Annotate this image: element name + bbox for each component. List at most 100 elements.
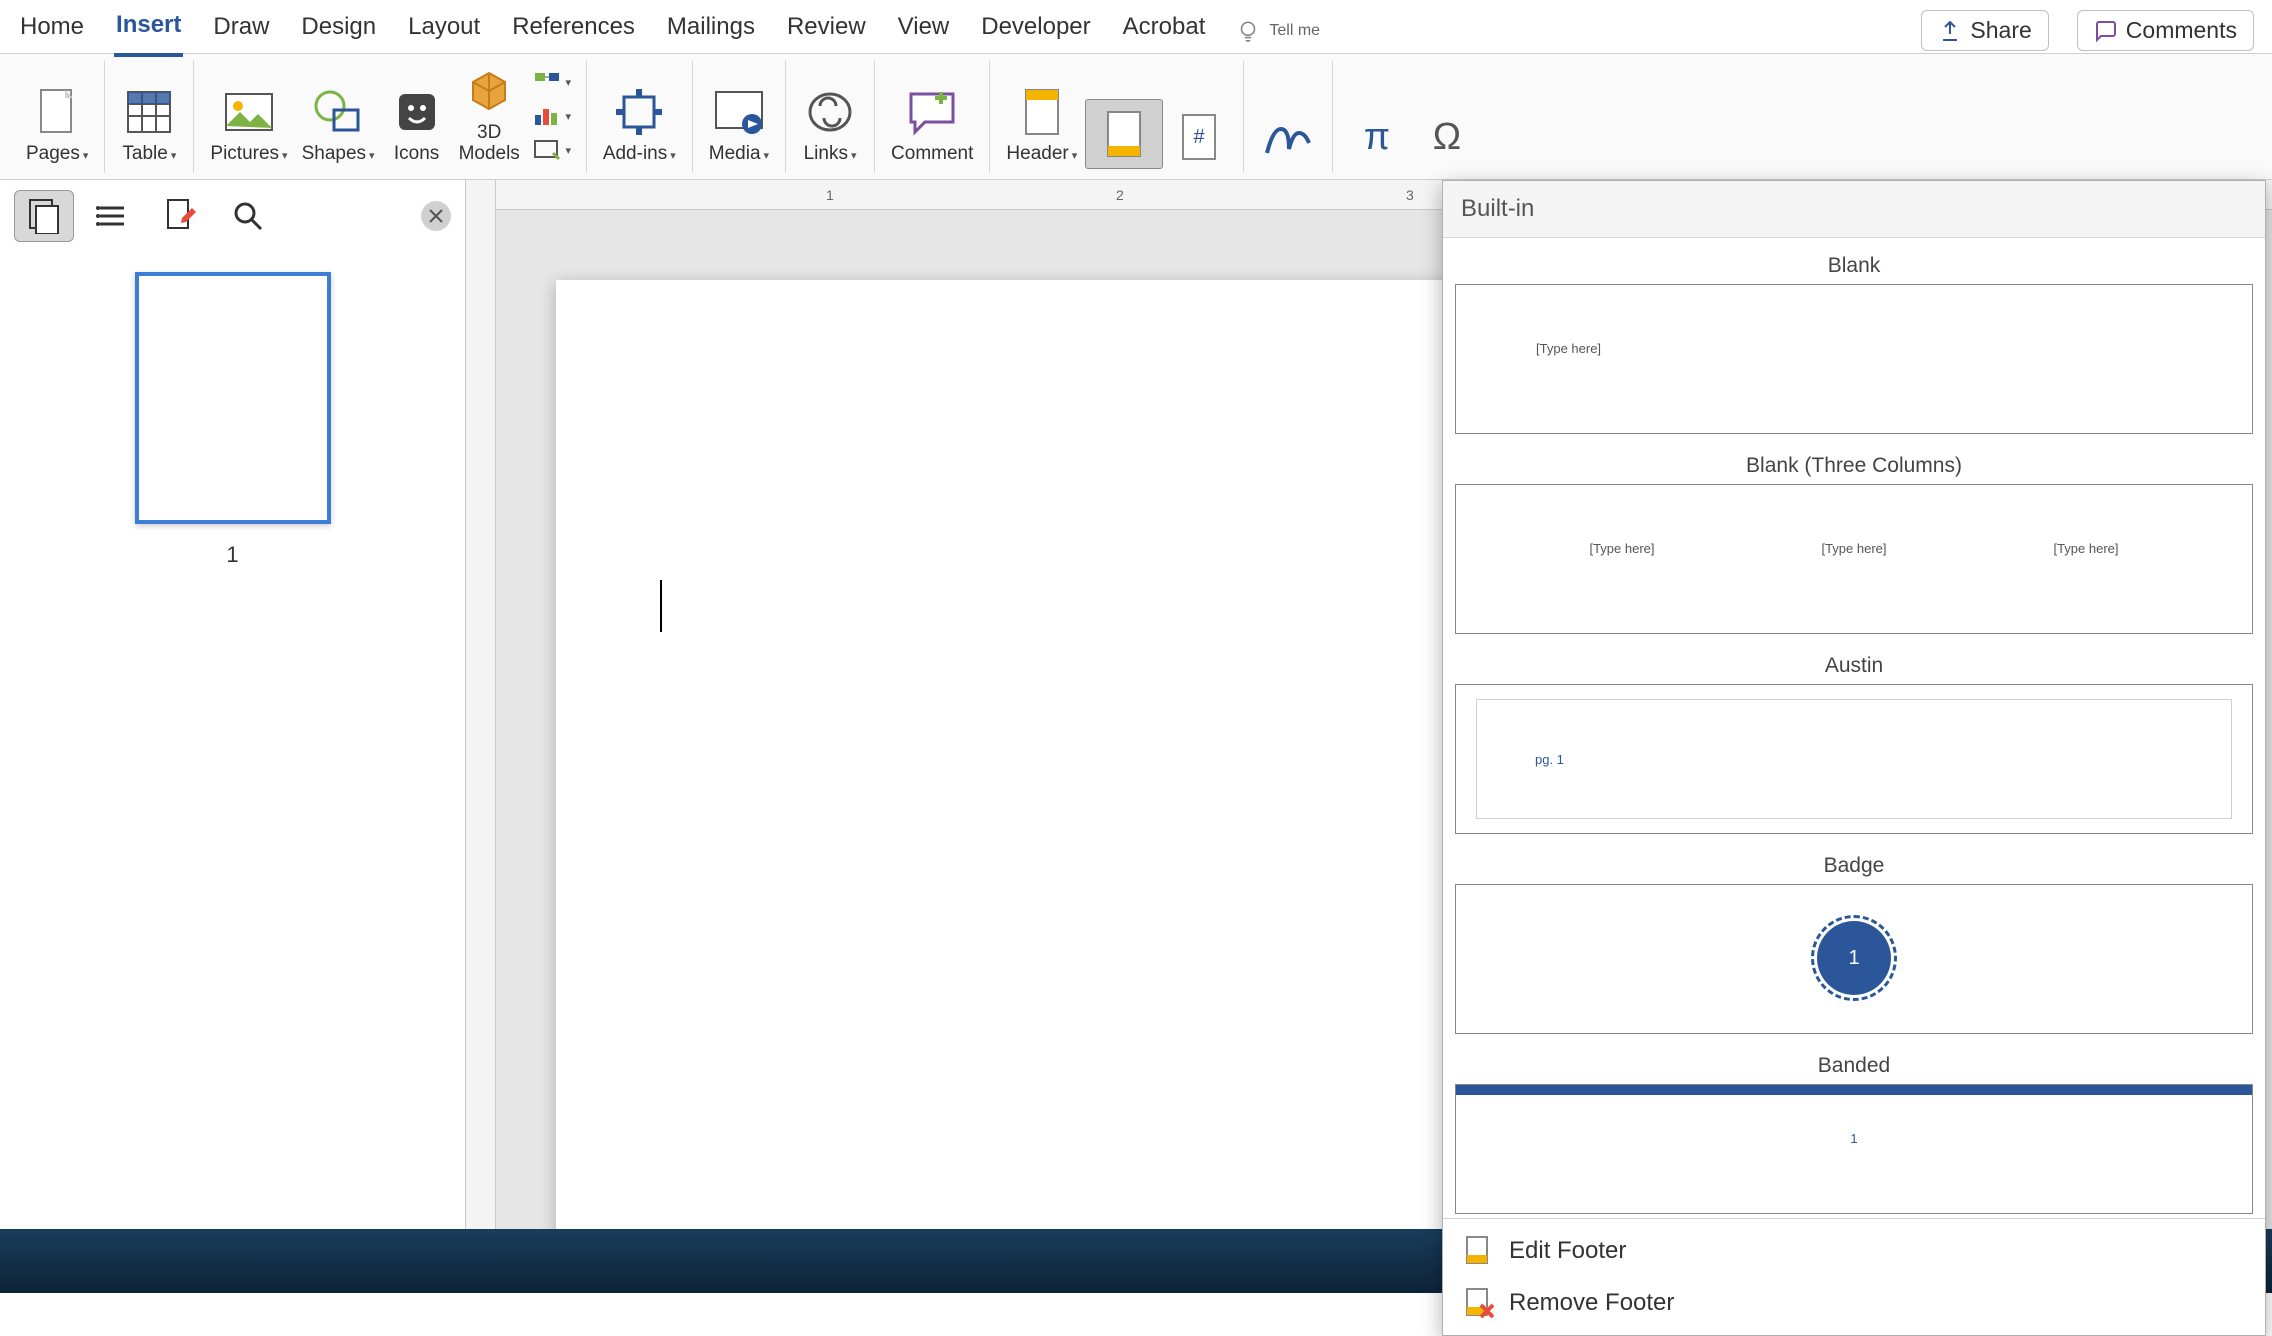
headings-tab[interactable] — [82, 190, 142, 242]
icons-label: Icons — [394, 144, 439, 165]
footer-style-name: Austin — [1451, 646, 2257, 684]
comment-insert-icon — [905, 88, 959, 136]
banded-number: 1 — [1456, 1131, 2252, 1146]
footer-style-name: Blank (Three Columns) — [1451, 446, 2257, 484]
tell-me-search[interactable]: Tell me — [1235, 18, 1320, 44]
navigation-pane: 1 — [0, 180, 466, 1232]
thumbnail-page-number: 1 — [20, 542, 445, 568]
footer-style-three-columns[interactable]: [Type here] [Type here] [Type here] — [1455, 484, 2253, 634]
tab-layout[interactable]: Layout — [406, 7, 482, 55]
footer-style-banded[interactable]: 1 — [1455, 1084, 2253, 1214]
pages-button[interactable]: Pages▾ — [20, 80, 94, 169]
page-thumbnail[interactable] — [135, 272, 331, 524]
text-cursor — [660, 580, 662, 632]
tell-me-label: Tell me — [1269, 22, 1320, 40]
placeholder-text: [Type here] — [1536, 341, 1601, 356]
workspace: 1 1 2 3 Built-in Blank [Type here] Blank… — [0, 180, 2272, 1232]
share-icon — [1938, 19, 1962, 43]
table-label: Table — [122, 143, 167, 164]
tab-design[interactable]: Design — [299, 7, 378, 55]
close-pane-button[interactable] — [421, 201, 451, 231]
3d-models-button[interactable]: 3D Models — [453, 59, 526, 169]
share-label: Share — [1970, 17, 2031, 44]
remove-footer-icon — [1463, 1287, 1495, 1319]
pictures-label: Pictures — [210, 143, 279, 164]
media-label: Media — [709, 143, 761, 164]
addins-icon — [614, 87, 664, 137]
share-button[interactable]: Share — [1921, 10, 2048, 51]
shapes-button[interactable]: Shapes▾ — [296, 80, 381, 169]
header-label: Header — [1006, 143, 1068, 164]
edit-footer-label: Edit Footer — [1509, 1237, 1626, 1265]
tab-insert[interactable]: Insert — [114, 5, 183, 57]
footer-style-name: Banded — [1451, 1046, 2257, 1084]
thumbnails-tab[interactable] — [14, 190, 74, 242]
comment-button[interactable]: Comment — [885, 80, 979, 169]
shapes-icon — [312, 88, 364, 136]
remove-footer-action[interactable]: Remove Footer — [1443, 1277, 2265, 1329]
tab-home[interactable]: Home — [18, 7, 86, 55]
media-icon — [712, 88, 766, 136]
links-label: Links — [804, 143, 848, 164]
media-button[interactable]: Media▾ — [703, 80, 775, 169]
svg-text:#: # — [1194, 126, 1206, 148]
edit-footer-action[interactable]: Edit Footer — [1443, 1225, 2265, 1277]
page-number-button[interactable]: # — [1165, 105, 1233, 169]
badge-number: 1 — [1848, 947, 1859, 970]
pencil-page-icon — [164, 198, 196, 234]
list-icon — [96, 202, 128, 230]
signature-line-button[interactable] — [1254, 105, 1322, 169]
pictures-icon — [222, 90, 276, 134]
equation-button[interactable]: π — [1343, 105, 1411, 169]
ribbon: Pages▾ Table▾ Pictures▾ Shapes▾ Icons — [0, 54, 2272, 180]
page-number-text: pg. 1 — [1535, 752, 1564, 767]
header-button[interactable]: Header▾ — [1000, 80, 1083, 169]
tab-references[interactable]: References — [510, 7, 637, 55]
find-tab[interactable] — [218, 190, 278, 242]
thumbnail-icon — [28, 198, 60, 234]
edit-footer-icon — [1463, 1235, 1495, 1267]
comment-icon — [2094, 19, 2118, 43]
footer-style-badge[interactable]: 1 — [1455, 884, 2253, 1034]
icons-button[interactable]: Icons — [383, 80, 451, 169]
symbol-icon: Ω — [1422, 113, 1472, 161]
comments-button[interactable]: Comments — [2077, 10, 2254, 51]
tab-draw[interactable]: Draw — [211, 7, 271, 55]
screenshot-button[interactable]: ▾ — [532, 135, 572, 165]
table-button[interactable]: Table▾ — [115, 80, 183, 169]
table-icon — [124, 88, 174, 136]
shapes-label: Shapes — [302, 143, 366, 164]
tab-mailings[interactable]: Mailings — [665, 7, 757, 55]
addins-button[interactable]: Add-ins▾ — [597, 80, 682, 169]
icons-icon — [393, 88, 441, 136]
footer-style-blank[interactable]: [Type here] — [1455, 284, 2253, 434]
footer-style-austin[interactable]: pg. 1 — [1455, 684, 2253, 834]
tab-review[interactable]: Review — [785, 7, 868, 55]
footer-style-name: Blank — [1451, 246, 2257, 284]
reviewing-tab[interactable] — [150, 190, 210, 242]
ruler-tick: 1 — [826, 180, 834, 209]
tab-view[interactable]: View — [896, 7, 952, 55]
addins-label: Add-ins — [603, 143, 667, 164]
3d-label: 3D Models — [459, 123, 520, 165]
symbol-button[interactable]: Ω — [1413, 105, 1481, 169]
header-icon — [1020, 86, 1064, 138]
smartart-button[interactable]: ▾ — [532, 67, 572, 97]
remove-footer-label: Remove Footer — [1509, 1289, 1674, 1317]
pictures-button[interactable]: Pictures▾ — [204, 80, 293, 169]
links-icon — [804, 88, 856, 136]
tab-developer[interactable]: Developer — [979, 7, 1092, 55]
tab-acrobat[interactable]: Acrobat — [1121, 7, 1208, 55]
screenshot-icon — [533, 139, 563, 161]
dropdown-scroll-area[interactable]: Blank [Type here] Blank (Three Columns) … — [1443, 238, 2265, 1218]
comment-label: Comment — [891, 144, 973, 165]
footer-button[interactable] — [1090, 102, 1158, 166]
svg-text:π: π — [1364, 116, 1390, 158]
3d-icon — [465, 67, 513, 115]
chart-button[interactable]: ▾ — [532, 101, 572, 131]
vertical-ruler[interactable] — [466, 180, 496, 1232]
page-number-icon: # — [1177, 111, 1221, 163]
close-icon — [428, 208, 444, 224]
links-button[interactable]: Links▾ — [796, 80, 864, 169]
ruler-tick: 3 — [1406, 180, 1414, 209]
